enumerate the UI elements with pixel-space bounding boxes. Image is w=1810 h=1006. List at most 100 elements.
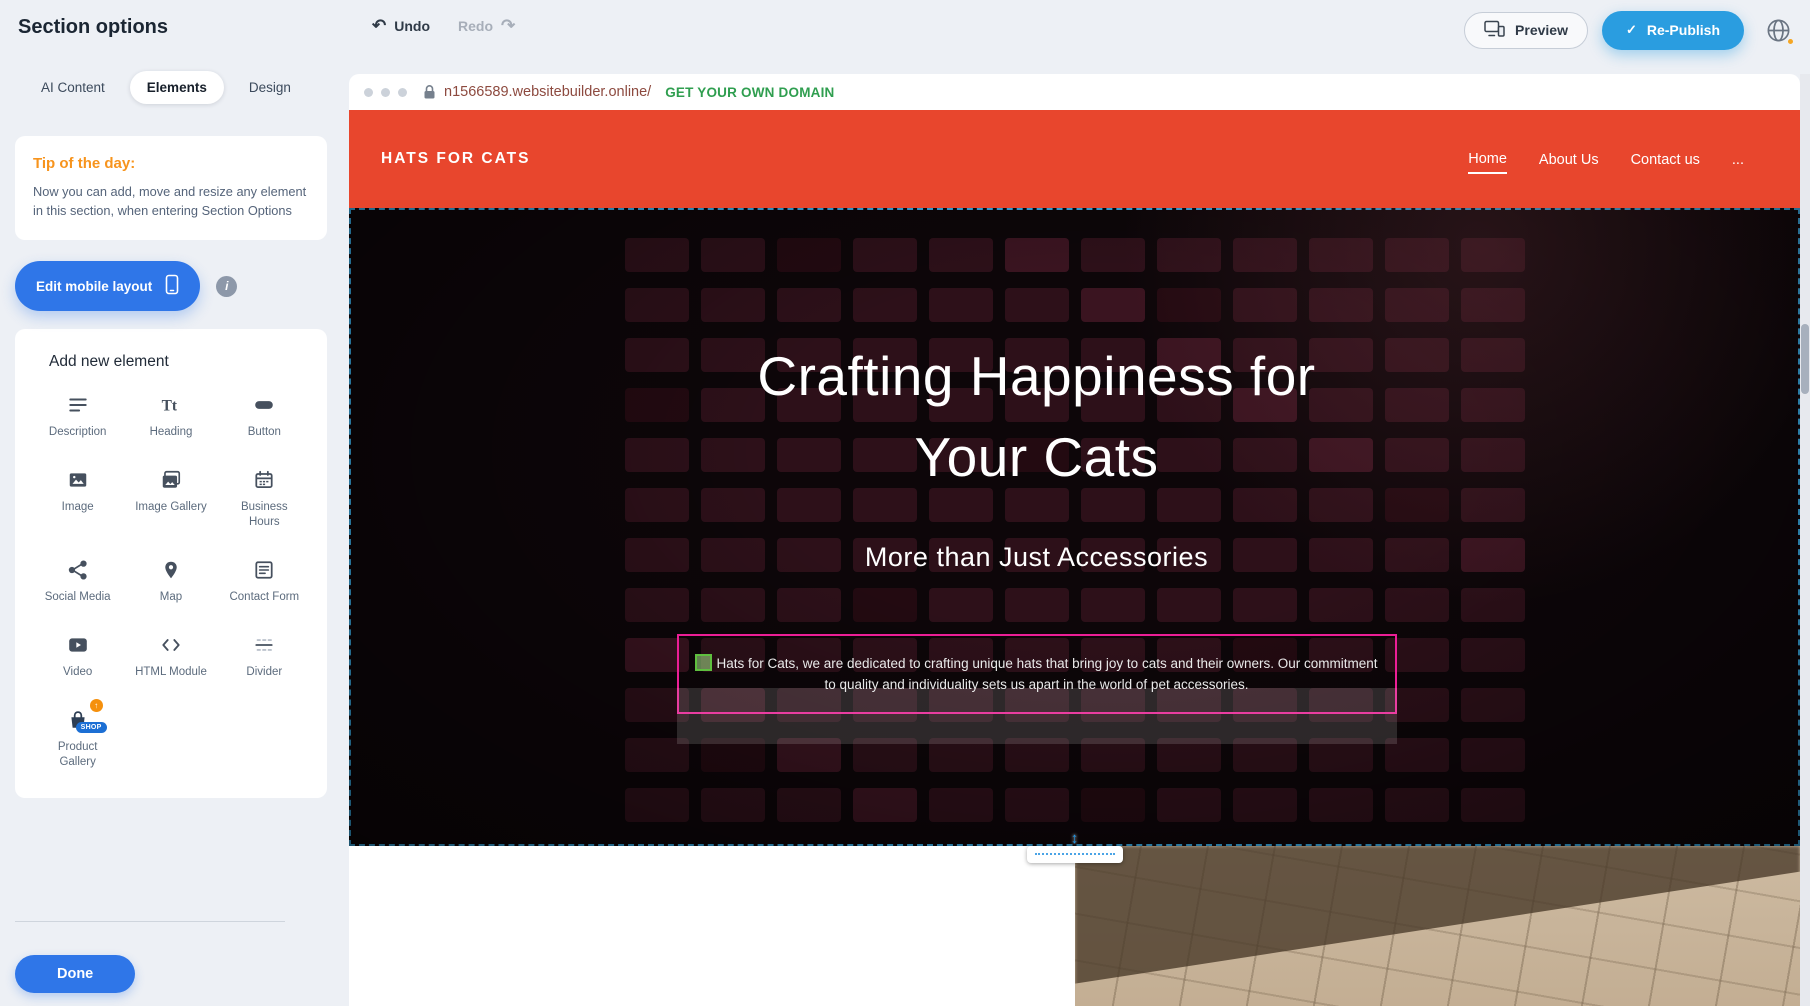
tab-ai-content[interactable]: AI Content — [24, 71, 122, 104]
nav-contact-us[interactable]: Contact us — [1631, 145, 1700, 173]
done-button[interactable]: Done — [15, 955, 135, 993]
resize-pill — [1027, 846, 1123, 863]
tab-elements[interactable]: Elements — [130, 71, 224, 104]
element-item-business-hours[interactable]: Business Hours — [218, 468, 311, 530]
photo-shadow — [1075, 846, 1800, 1006]
product-gallery-icon: SHOP↑ — [65, 708, 91, 732]
element-label: Button — [248, 425, 281, 440]
next-section-white — [349, 846, 1075, 1006]
sidebar-divider — [15, 921, 285, 922]
next-section — [349, 846, 1800, 1006]
element-label: Product Gallery — [40, 740, 116, 770]
element-label: Map — [160, 590, 182, 605]
element-item-map[interactable]: Map — [124, 558, 217, 605]
history-controls: ↶ Undo Redo ↷ — [372, 17, 515, 34]
tab-design[interactable]: Design — [232, 71, 308, 104]
preview-label: Preview — [1515, 22, 1568, 38]
window-dots — [364, 88, 407, 97]
info-icon[interactable]: i — [216, 276, 237, 297]
image-icon — [65, 468, 91, 492]
language-button[interactable] — [1758, 10, 1798, 50]
undo-icon: ↶ — [372, 17, 386, 34]
scrollbar-thumb[interactable] — [1801, 324, 1809, 394]
page-scrollbar — [1800, 74, 1810, 1006]
topbar-actions: Preview ✓ Re-Publish — [1464, 10, 1798, 50]
ground-photo — [1075, 846, 1800, 1006]
element-item-video[interactable]: Video — [31, 633, 124, 680]
social-media-icon — [65, 558, 91, 582]
edit-mobile-label: Edit mobile layout — [36, 279, 152, 294]
map-icon — [158, 558, 184, 582]
tip-body: Now you can add, move and resize any ele… — [33, 182, 309, 220]
undo-button[interactable]: ↶ Undo — [372, 17, 430, 34]
panel-tabs: AI ContentElementsDesign — [0, 58, 349, 102]
site-nav: Home About Us Contact us... — [1468, 144, 1744, 174]
description-icon — [65, 393, 91, 417]
hero-subheading[interactable]: More than Just Accessories — [865, 542, 1208, 573]
hero-paragraph[interactable]: Hats for Cats, we are dedicated to craft… — [693, 653, 1381, 696]
video-icon — [65, 633, 91, 657]
nav-home[interactable]: Home — [1468, 144, 1507, 174]
mobile-layout-row: Edit mobile layout i — [15, 261, 349, 311]
section-options-panel: AI ContentElementsDesign Tip of the day:… — [0, 58, 349, 1006]
element-label: Divider — [246, 665, 282, 680]
image-gallery-icon — [158, 468, 184, 492]
divider-icon — [251, 633, 277, 657]
element-item-html-module[interactable]: HTML Module — [124, 633, 217, 680]
topbar: Section options ↶ Undo Redo ↷ P — [0, 0, 1810, 58]
panel-title: Section options — [18, 16, 168, 39]
contact-form-icon — [251, 558, 277, 582]
nav-more[interactable]: ... — [1732, 145, 1744, 173]
selected-text-element[interactable]: Hats for Cats, we are dedicated to craft… — [677, 634, 1397, 715]
heading-icon: Tt — [158, 393, 184, 417]
check-icon: ✓ — [1626, 22, 1637, 38]
element-item-image[interactable]: Image — [31, 468, 124, 530]
hero-content: Crafting Happiness for Your Cats More th… — [349, 208, 1800, 846]
element-label: Image — [62, 500, 94, 515]
republish-button[interactable]: ✓ Re-Publish — [1602, 11, 1744, 50]
redo-label: Redo — [458, 18, 493, 34]
get-domain-link[interactable]: GET YOUR OWN DOMAIN — [665, 85, 834, 100]
app-window: Section options ↶ Undo Redo ↷ P — [0, 0, 1810, 1006]
section-resize-handle[interactable]: ↕ — [1027, 846, 1123, 863]
tip-title: Tip of the day: — [33, 155, 309, 172]
element-label: Contact Form — [229, 590, 299, 605]
element-label: Heading — [150, 425, 193, 440]
element-item-social-media[interactable]: Social Media — [31, 558, 124, 605]
element-label: HTML Module — [135, 665, 207, 680]
preview-button[interactable]: Preview — [1464, 12, 1588, 49]
element-label: Description — [49, 425, 107, 440]
browser-chrome: n1566589.websitebuilder.online/ GET YOUR… — [349, 74, 1800, 110]
element-item-image-gallery[interactable]: Image Gallery — [124, 468, 217, 530]
element-grid: Description Tt Heading Button Image Image Gal… — [31, 393, 311, 770]
edit-mobile-layout-button[interactable]: Edit mobile layout — [15, 261, 200, 311]
devices-icon — [1484, 20, 1505, 40]
hero-section[interactable]: Crafting Happiness for Your Cats More th… — [349, 208, 1800, 846]
element-item-divider[interactable]: Divider — [218, 633, 311, 680]
element-item-description[interactable]: Description — [31, 393, 124, 440]
paragraph-text: Hats for Cats, we are dedicated to craft… — [716, 656, 1377, 692]
site-header: HATS FOR CATS Home About Us Contact us... — [349, 110, 1800, 208]
resize-arrows-icon: ↕ — [1071, 830, 1079, 847]
business-hours-icon — [251, 468, 277, 492]
hero-heading[interactable]: Crafting Happiness for Your Cats — [697, 336, 1377, 498]
site-preview: HATS FOR CATS HomeAbout UsContact us... … — [349, 110, 1800, 1006]
element-item-product-gallery[interactable]: SHOP↑ Product Gallery — [31, 708, 124, 770]
republish-label: Re-Publish — [1647, 22, 1720, 38]
lock-icon — [423, 84, 436, 100]
site-logo[interactable]: HATS FOR CATS — [381, 150, 530, 168]
redo-icon: ↷ — [501, 17, 515, 34]
element-item-contact-form[interactable]: Contact Form — [218, 558, 311, 605]
undo-label: Undo — [394, 18, 430, 34]
add-element-card: Add new element DescriptionTtHeadingButt… — [15, 329, 327, 798]
element-item-button[interactable]: Button — [218, 393, 311, 440]
nav-about-us[interactable]: About Us — [1539, 145, 1599, 173]
element-label: Business Hours — [226, 500, 302, 530]
element-label: Video — [63, 665, 92, 680]
element-drag-handle[interactable] — [695, 654, 712, 671]
element-item-heading[interactable]: Tt Heading — [124, 393, 217, 440]
upgrade-dot-icon: ↑ — [90, 699, 103, 712]
redo-button[interactable]: Redo ↷ — [458, 17, 515, 34]
svg-text:Tt: Tt — [162, 398, 178, 415]
shop-badge: SHOP — [76, 722, 107, 733]
